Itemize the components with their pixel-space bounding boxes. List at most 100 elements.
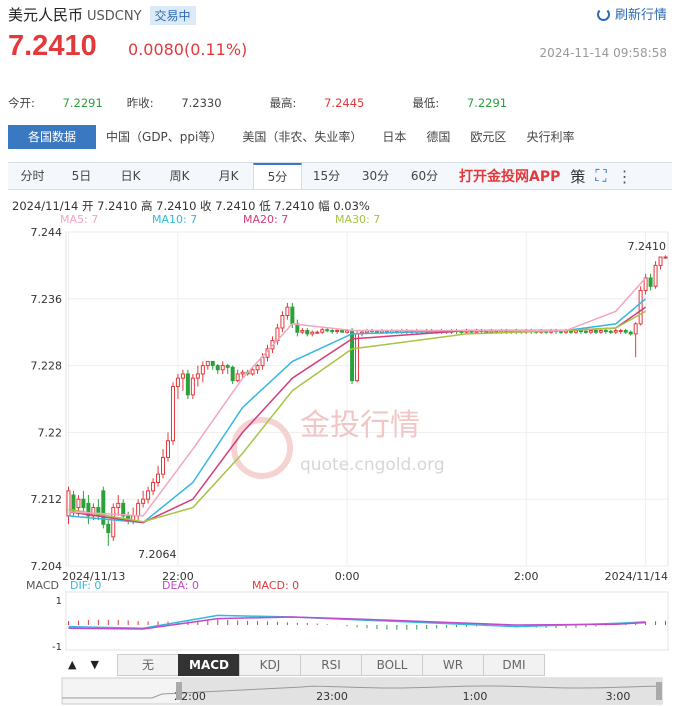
candle-body bbox=[165, 440, 170, 458]
candle-body bbox=[250, 369, 255, 375]
tab-wr[interactable]: WR bbox=[422, 654, 484, 676]
candle-body bbox=[613, 330, 618, 333]
candle-body bbox=[240, 371, 245, 375]
y-tick-label: 7.204 bbox=[31, 560, 63, 573]
y-tick-label: 7.244 bbox=[31, 226, 63, 239]
candle-body bbox=[195, 373, 200, 379]
indicator-scroll: ▲ ▼ bbox=[68, 658, 113, 671]
macd-dea-label: DEA: 0 bbox=[162, 579, 199, 592]
navigator-handle-right bbox=[656, 682, 662, 700]
tab-none[interactable]: 无 bbox=[117, 654, 179, 676]
candle-body bbox=[185, 373, 190, 396]
watermark-url: quote.cngold.org bbox=[300, 455, 445, 475]
navigator-tick-label: 1:00 bbox=[463, 690, 488, 703]
y-tick-label: 7.236 bbox=[31, 293, 63, 306]
candle-body bbox=[603, 330, 608, 333]
indicator-tabs: 无 MACD KDJ RSI BOLL WR DMI bbox=[117, 654, 545, 676]
candle-body bbox=[290, 306, 295, 325]
candle-body bbox=[598, 330, 603, 333]
navigator-selection bbox=[180, 678, 662, 704]
x-tick-label: 0:00 bbox=[335, 570, 360, 583]
candle-body bbox=[235, 373, 240, 382]
macd-y-tick: 1 bbox=[56, 596, 62, 607]
macd-title: MACD bbox=[26, 579, 59, 592]
candle-body bbox=[180, 373, 185, 379]
candle-body bbox=[285, 306, 290, 316]
candle-body bbox=[76, 498, 81, 509]
tab-boll[interactable]: BOLL bbox=[361, 654, 423, 676]
candle-body bbox=[175, 377, 180, 387]
candle-body bbox=[653, 264, 658, 287]
candle-body bbox=[141, 498, 146, 504]
ma5-line bbox=[68, 277, 647, 517]
candle-body bbox=[325, 329, 330, 332]
candle-body bbox=[648, 277, 653, 287]
candle-body bbox=[618, 330, 623, 333]
candle-body bbox=[593, 330, 598, 333]
macd-value-label: MACD: 0 bbox=[252, 579, 299, 592]
last-price-annotation: 7.2410 bbox=[628, 240, 667, 253]
navigator-tick-label: 3:00 bbox=[606, 690, 631, 703]
candle-body bbox=[355, 333, 360, 382]
candle-body bbox=[111, 507, 116, 538]
tab-macd[interactable]: MACD bbox=[178, 654, 240, 676]
candle-body bbox=[116, 502, 121, 509]
candle-body bbox=[484, 330, 489, 333]
candle-body bbox=[280, 315, 285, 329]
tab-dmi[interactable]: DMI bbox=[483, 654, 545, 676]
candle-body bbox=[170, 385, 175, 442]
arrow-down-icon[interactable]: ▼ bbox=[90, 658, 98, 671]
y-tick-label: 7.212 bbox=[31, 493, 63, 506]
candle-body bbox=[255, 365, 260, 371]
candle-body bbox=[190, 377, 195, 396]
low-annotation: 7.2064 bbox=[138, 548, 177, 561]
candle-body bbox=[335, 330, 340, 333]
candle-body bbox=[156, 473, 161, 483]
candle-body bbox=[305, 330, 310, 335]
candle-body bbox=[215, 365, 220, 371]
candle-body bbox=[151, 482, 156, 492]
candle-body bbox=[81, 498, 86, 509]
navigator-tick-label: 23:00 bbox=[316, 690, 348, 703]
candle-body bbox=[663, 256, 668, 259]
candle-body bbox=[136, 502, 141, 517]
candle-body bbox=[583, 330, 588, 333]
tab-kdj[interactable]: KDJ bbox=[239, 654, 301, 676]
candle-body bbox=[608, 330, 613, 333]
candle-body bbox=[230, 366, 235, 382]
x-tick-label: 2024/11/14 bbox=[605, 570, 668, 583]
y-tick-label: 7.228 bbox=[31, 360, 63, 373]
navigator-handle-left bbox=[176, 682, 182, 700]
price-chart[interactable]: 7.2447.2367.2287.227.2127.2042024/11/13 2… bbox=[0, 0, 677, 706]
candle-body bbox=[310, 331, 315, 335]
candle-body bbox=[623, 330, 628, 333]
candle-body bbox=[578, 330, 583, 333]
watermark-brand: 金投行情 bbox=[300, 408, 420, 443]
candle-body bbox=[638, 289, 643, 325]
macd-dif-label: DIF: 0 bbox=[70, 579, 101, 592]
candle-body bbox=[628, 331, 633, 335]
x-tick-label: 2:00 bbox=[514, 570, 539, 583]
tab-rsi[interactable]: RSI bbox=[300, 654, 362, 676]
candle-body bbox=[658, 256, 663, 266]
arrow-up-icon[interactable]: ▲ bbox=[68, 658, 76, 671]
candle-body bbox=[161, 456, 166, 475]
candle-body bbox=[315, 331, 320, 334]
candle-body bbox=[374, 330, 379, 333]
macd-y-tick: -1 bbox=[52, 642, 62, 653]
candle-body bbox=[225, 365, 230, 368]
candle-body bbox=[320, 329, 325, 333]
candle-body bbox=[106, 523, 111, 534]
candle-body bbox=[350, 330, 355, 382]
candle-body bbox=[210, 360, 215, 367]
candle-body bbox=[146, 490, 151, 500]
candle-body bbox=[300, 330, 305, 333]
y-tick-label: 7.22 bbox=[38, 426, 63, 439]
candle-body bbox=[220, 365, 225, 371]
candle-body bbox=[200, 365, 205, 375]
candle-body bbox=[205, 360, 210, 367]
macd-panel-frame bbox=[65, 591, 669, 651]
candle-body bbox=[633, 323, 638, 335]
candle-body bbox=[559, 330, 564, 333]
candle-body bbox=[340, 330, 345, 333]
